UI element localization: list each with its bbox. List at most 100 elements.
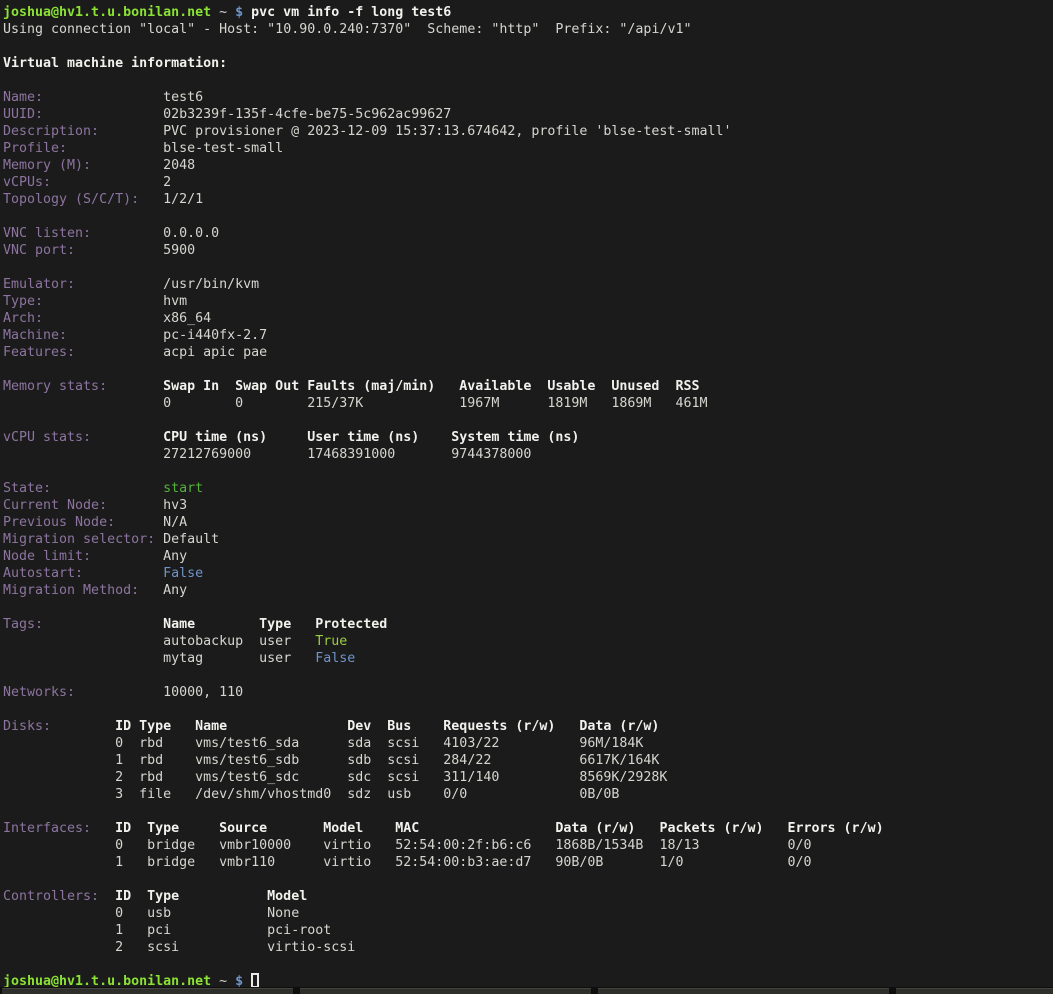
- column-header: Usable: [547, 378, 595, 395]
- tag-type: user: [259, 633, 291, 650]
- cell-value: pci-root: [267, 922, 331, 939]
- cell-value: 90B/0B: [555, 854, 603, 871]
- memory-stats-value-row: 0 0 215/37K 1967M 1819M 1869M 461M: [3, 395, 1053, 412]
- cell-value: 461M: [675, 395, 707, 412]
- terminal-cursor[interactable]: [251, 973, 259, 988]
- terminal-line: Using connection "local" - Host: "10.90.…: [3, 21, 1053, 38]
- disk-row: 3 file /dev/shm/vhostmd0 sdz usb 0/0 0B/…: [3, 786, 1053, 803]
- field-row: Node limit: Any: [3, 548, 1053, 565]
- field-label: Topology (S/C/T):: [3, 191, 139, 208]
- field-label: Controllers:: [3, 888, 99, 905]
- field-row: Type: hvm: [3, 293, 1053, 310]
- field-row: Autostart: False: [3, 565, 1053, 582]
- column-header: MAC: [395, 820, 419, 837]
- column-header: Bus: [387, 718, 411, 735]
- field-value: /usr/bin/kvm: [163, 276, 259, 293]
- field-row: Emulator: /usr/bin/kvm: [3, 276, 1053, 293]
- prompt-symbol: $: [235, 4, 243, 21]
- field-row: vCPUs: 2: [3, 174, 1053, 191]
- tag-name: autobackup: [163, 633, 243, 650]
- field-label: Profile:: [3, 140, 67, 157]
- cell-value: usb: [387, 786, 411, 803]
- cell-value: 17468391000: [307, 446, 395, 463]
- field-value: hv3: [163, 497, 187, 514]
- command-text: pvc vm info -f long test6: [251, 4, 451, 21]
- cell-value: 3: [115, 786, 123, 803]
- cell-value: sdb: [347, 752, 371, 769]
- cell-value: sdz: [347, 786, 371, 803]
- field-label: Description:: [3, 123, 99, 140]
- cell-value: 8569K/2928K: [579, 769, 667, 786]
- field-value: x86_64: [163, 310, 211, 327]
- cell-value: bridge: [147, 854, 195, 871]
- cell-value: 0/0: [788, 837, 812, 854]
- column-header: Packets (r/w): [659, 820, 763, 837]
- field-row: Name: test6: [3, 89, 1053, 106]
- column-header: Data (r/w): [579, 718, 659, 735]
- cell-value: 0/0: [788, 854, 812, 871]
- field-label: Networks:: [3, 684, 75, 701]
- field-value: acpi apic pae: [163, 344, 267, 361]
- cell-value: 1/0: [659, 854, 683, 871]
- cell-value: vmbr110: [219, 854, 275, 871]
- field-label: Node limit:: [3, 548, 91, 565]
- window-edge-segment: [598, 988, 889, 994]
- field-row: Current Node: hv3: [3, 497, 1053, 514]
- cell-value: file: [139, 786, 171, 803]
- field-value: 02b3239f-135f-4cfe-be75-5c962ac99627: [163, 106, 451, 123]
- cell-value: 0: [115, 735, 123, 752]
- tag-type: user: [259, 650, 291, 667]
- field-label: vCPU stats:: [3, 429, 91, 446]
- column-header: Unused: [611, 378, 659, 395]
- interface-row: 1 bridge vmbr110 virtio 52:54:00:b3:ae:d…: [3, 854, 1053, 871]
- column-header: Source: [219, 820, 267, 837]
- field-row: Features: acpi apic pae: [3, 344, 1053, 361]
- column-header: Type: [147, 888, 179, 905]
- vcpu-stats-header-row: vCPU stats: CPU time (ns) User time (ns)…: [3, 429, 1053, 446]
- vm-state-value: start: [163, 480, 203, 497]
- column-header: Faults (maj/min): [307, 378, 435, 395]
- controller-row: 2 scsi virtio-scsi: [3, 939, 1053, 956]
- field-label: Current Node:: [3, 497, 107, 514]
- field-label: Disks:: [3, 718, 51, 735]
- tag-name: mytag: [163, 650, 203, 667]
- column-header: Dev: [347, 718, 371, 735]
- field-row: Previous Node: N/A: [3, 514, 1053, 531]
- disks-header-row: Disks: ID Type Name Dev Bus Requests (r/…: [3, 718, 1053, 735]
- field-row: UUID: 02b3239f-135f-4cfe-be75-5c962ac996…: [3, 106, 1053, 123]
- cell-value: sda: [347, 735, 371, 752]
- column-header: Type: [259, 616, 291, 633]
- field-value: PVC provisioner @ 2023-12-09 15:37:13.67…: [163, 123, 731, 140]
- field-label: State:: [3, 480, 51, 497]
- bottom-window-edge: [0, 987, 1053, 994]
- field-row: VNC port: 5900: [3, 242, 1053, 259]
- field-value: Any: [163, 582, 187, 599]
- cell-value: 9744378000: [451, 446, 531, 463]
- autostart-value: False: [163, 565, 203, 582]
- cell-value: vms/test6_sda: [195, 735, 299, 752]
- cell-value: vmbr10000: [219, 837, 291, 854]
- cell-value: 0: [163, 395, 171, 412]
- cell-value: 52:54:00:b3:ae:d7: [395, 854, 531, 871]
- cell-value: scsi: [387, 752, 419, 769]
- column-header: Model: [323, 820, 363, 837]
- cell-value: /dev/shm/vhostmd0: [195, 786, 331, 803]
- column-header: ID: [115, 718, 131, 735]
- cell-value: scsi: [387, 769, 419, 786]
- field-value: 5900: [163, 242, 195, 259]
- field-value: pc-i440fx-2.7: [163, 327, 267, 344]
- field-row: Machine: pc-i440fx-2.7: [3, 327, 1053, 344]
- field-label: Features:: [3, 344, 75, 361]
- column-header: Name: [195, 718, 227, 735]
- cell-value: 1967M: [459, 395, 499, 412]
- connection-info: Using connection "local" - Host: "10.90.…: [3, 21, 691, 38]
- cell-value: 0: [115, 837, 123, 854]
- column-header: Errors (r/w): [788, 820, 884, 837]
- column-header: User time (ns): [307, 429, 419, 446]
- terminal-screen[interactable]: joshua@hv1.t.u.bonilan.net ~ $ pvc vm in…: [3, 4, 1053, 990]
- field-row: Networks: 10000, 110: [3, 684, 1053, 701]
- cell-value: virtio: [323, 854, 371, 871]
- cell-value: 6617K/164K: [579, 752, 659, 769]
- field-row: Profile: blse-test-small: [3, 140, 1053, 157]
- field-label: Previous Node:: [3, 514, 115, 531]
